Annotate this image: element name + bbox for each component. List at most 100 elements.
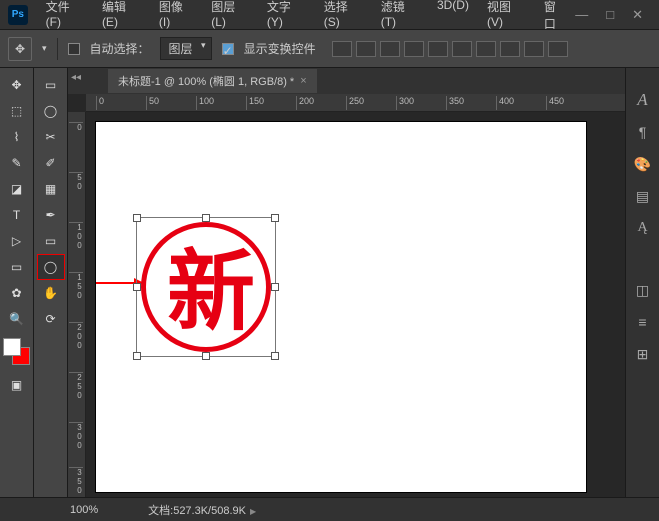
- transform-handle-bc[interactable]: [202, 352, 210, 360]
- transform-handle-mr[interactable]: [271, 283, 279, 291]
- hand-tool-icon[interactable]: ✋: [37, 280, 65, 306]
- marquee-tool-icon[interactable]: ⬚: [3, 98, 31, 124]
- menu-file[interactable]: 文件(F): [38, 0, 92, 36]
- align-right-icon[interactable]: [452, 41, 472, 57]
- info-dropdown-icon[interactable]: ▶: [250, 507, 256, 516]
- brush-tool-icon[interactable]: ✐: [37, 150, 65, 176]
- ruler-tick: 350: [69, 467, 83, 495]
- ruler-tick: 200: [69, 322, 83, 350]
- align-top-icon[interactable]: [332, 41, 352, 57]
- window-minimize-icon[interactable]: —: [575, 7, 588, 23]
- auto-select-checkbox[interactable]: [68, 43, 80, 55]
- 3d-mode-icon[interactable]: [548, 41, 568, 57]
- zoom-tool-icon[interactable]: 🔍: [3, 306, 31, 332]
- ruler-tick: 0: [69, 122, 83, 132]
- move-tool-icon[interactable]: ✥: [3, 72, 31, 98]
- ruler-horizontal[interactable]: 0 50 100 150 200 250 300 350 400 450: [86, 94, 625, 112]
- document-tab-row: 未标题-1 @ 100% (椭圆 1, RGB/8) * ×: [68, 68, 625, 94]
- ruler-tick: 50: [69, 172, 83, 191]
- canvas-area[interactable]: 新: [86, 112, 625, 497]
- eyedropper-tool-icon[interactable]: ✎: [3, 150, 31, 176]
- document-canvas[interactable]: 新: [96, 122, 586, 492]
- rectangle-tool-icon[interactable]: ▭: [3, 254, 31, 280]
- align-vcenter-icon[interactable]: [356, 41, 376, 57]
- window-maximize-icon[interactable]: □: [606, 7, 614, 23]
- paragraph-panel-icon[interactable]: ¶: [632, 122, 654, 142]
- adjustments-panel-icon[interactable]: ▤: [632, 186, 654, 206]
- ruler-tick: 200: [296, 96, 314, 110]
- transform-handle-tl[interactable]: [133, 214, 141, 222]
- more-align-icon[interactable]: [524, 41, 544, 57]
- shape-tool-icon[interactable]: ▭: [37, 228, 65, 254]
- channels-panel-icon[interactable]: ≡: [632, 312, 654, 332]
- transform-handle-ml[interactable]: [133, 283, 141, 291]
- character-panel-icon[interactable]: A: [632, 90, 654, 110]
- menu-image[interactable]: 图像(I): [151, 0, 201, 36]
- swatches-panel-icon[interactable]: 🎨: [632, 154, 654, 174]
- menu-type[interactable]: 文字(Y): [259, 0, 314, 36]
- align-bottom-icon[interactable]: [380, 41, 400, 57]
- transform-handle-tr[interactable]: [271, 214, 279, 222]
- ruler-tick: 300: [396, 96, 414, 110]
- show-transform-label: 显示变换控件: [244, 40, 316, 57]
- align-hcenter-icon[interactable]: [428, 41, 448, 57]
- ellipse-shape-tool-icon[interactable]: ◯: [37, 254, 65, 280]
- rotate-view-tool-icon[interactable]: ⟳: [37, 306, 65, 332]
- ruler-tick: 250: [346, 96, 364, 110]
- path-select-tool-icon[interactable]: ▷: [3, 228, 31, 254]
- distribute-h-icon[interactable]: [476, 41, 496, 57]
- menu-filter[interactable]: 滤镜(T): [373, 0, 427, 36]
- tool-submenu-icon[interactable]: ▾: [42, 43, 47, 54]
- menu-view[interactable]: 视图(V): [479, 0, 534, 36]
- menu-layer[interactable]: 图层(L): [203, 0, 257, 36]
- quick-mask-icon[interactable]: ▣: [3, 372, 31, 398]
- collapse-panels-icon[interactable]: ◂◂: [71, 72, 81, 83]
- menu-edit[interactable]: 编辑(E): [94, 0, 149, 36]
- tools-column-2: ▭ ◯ ✂ ✐ ▦ ✒ ▭ ◯ ✋ ⟳: [34, 68, 68, 497]
- ruler-tick: 400: [496, 96, 514, 110]
- document-tab[interactable]: 未标题-1 @ 100% (椭圆 1, RGB/8) * ×: [108, 69, 317, 93]
- artboard-tool-icon[interactable]: ▭: [37, 72, 65, 98]
- align-left-icon[interactable]: [404, 41, 424, 57]
- layers-panel-icon[interactable]: ◫: [632, 280, 654, 300]
- ruler-tick: 150: [246, 96, 264, 110]
- gradient-tool-icon[interactable]: ▦: [37, 176, 65, 202]
- type-tool-icon[interactable]: T: [3, 202, 31, 228]
- document-tab-title: 未标题-1 @ 100% (椭圆 1, RGB/8) *: [118, 73, 294, 89]
- ellipse-marquee-icon[interactable]: ◯: [37, 98, 65, 124]
- ruler-tick: 250: [69, 372, 83, 400]
- color-swatches[interactable]: [3, 338, 31, 372]
- show-transform-checkbox[interactable]: ✓: [222, 43, 234, 55]
- lasso-tool-icon[interactable]: ⌇: [3, 124, 31, 150]
- panel-dock-right: A ¶ 🎨 ▤ Ą ◫ ≡ ⊞: [625, 68, 659, 497]
- menu-select[interactable]: 选择(S): [316, 0, 371, 36]
- ruler-tick: 150: [69, 272, 83, 300]
- menu-window[interactable]: 窗口: [536, 0, 575, 36]
- ruler-tick: 100: [196, 96, 214, 110]
- layer-dropdown[interactable]: 图层: [160, 37, 212, 60]
- pen-tool-icon[interactable]: ✒: [37, 202, 65, 228]
- distribute-v-icon[interactable]: [500, 41, 520, 57]
- gear-tool-icon[interactable]: ✿: [3, 280, 31, 306]
- transform-handle-br[interactable]: [271, 352, 279, 360]
- document-info[interactable]: 文档:527.3K/508.9K▶: [148, 502, 256, 518]
- ruler-tick: 350: [446, 96, 464, 110]
- tools-column-1: ✥ ⬚ ⌇ ✎ ◪ T ▷ ▭ ✿ 🔍 ▣: [0, 68, 34, 497]
- menu-3d[interactable]: 3D(D): [429, 0, 477, 36]
- zoom-level[interactable]: 100%: [70, 504, 98, 516]
- window-close-icon[interactable]: ✕: [632, 7, 643, 23]
- current-tool-icon[interactable]: ✥: [8, 37, 32, 61]
- auto-select-label: 自动选择：: [90, 40, 150, 57]
- ruler-vertical[interactable]: 0 50 100 150 200 250 300 350: [68, 112, 86, 497]
- close-tab-icon[interactable]: ×: [300, 75, 306, 87]
- ruler-tick: 0: [96, 96, 104, 110]
- transform-handle-tc[interactable]: [202, 214, 210, 222]
- foreground-swatch[interactable]: [3, 338, 21, 356]
- glyphs-panel-icon[interactable]: Ą: [632, 218, 654, 238]
- transform-bounding-box[interactable]: [136, 217, 276, 357]
- transform-handle-bl[interactable]: [133, 352, 141, 360]
- options-bar: ✥ ▾ 自动选择： 图层 ✓ 显示变换控件: [0, 30, 659, 68]
- crop-tool-icon[interactable]: ✂: [37, 124, 65, 150]
- paths-panel-icon[interactable]: ⊞: [632, 344, 654, 364]
- eraser-tool-icon[interactable]: ◪: [3, 176, 31, 202]
